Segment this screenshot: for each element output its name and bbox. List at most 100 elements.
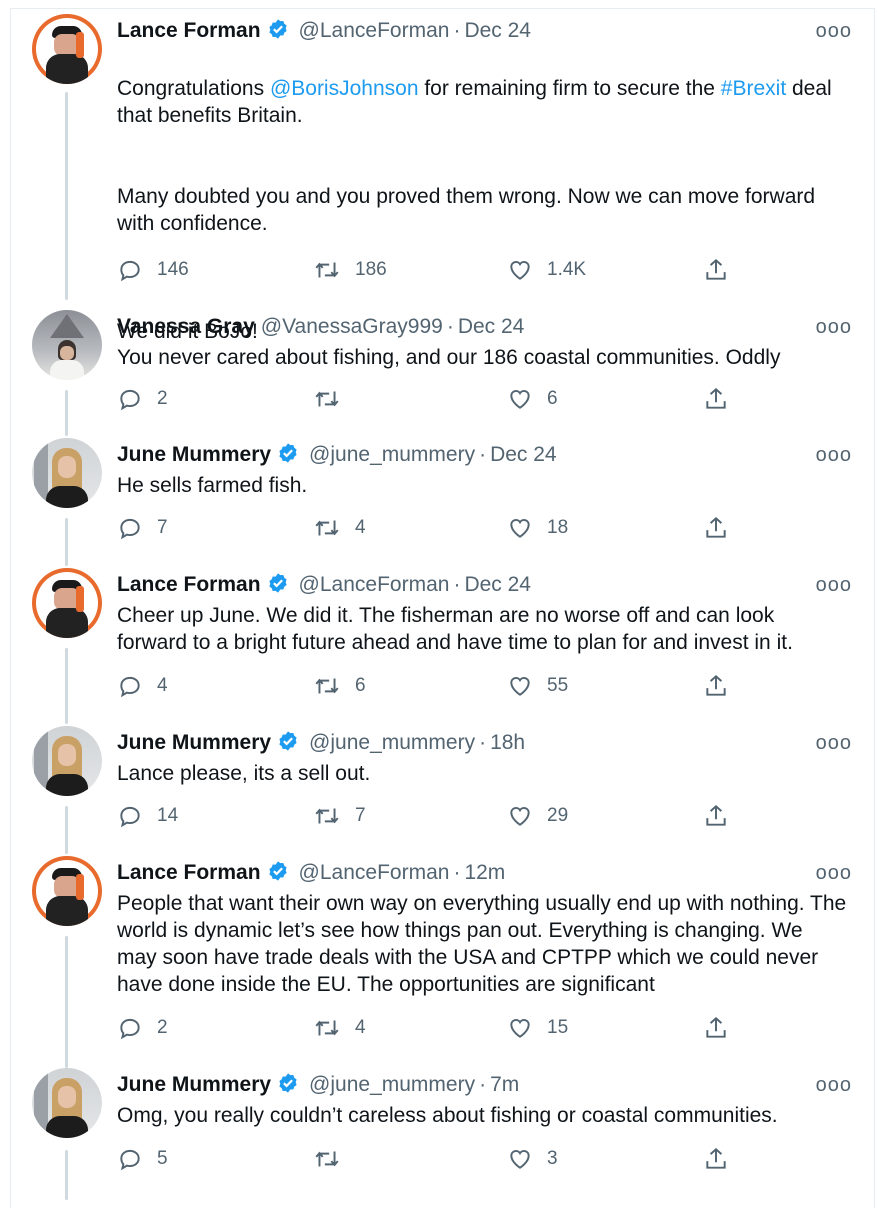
avatar[interactable]	[32, 310, 102, 380]
retweet-icon	[315, 808, 339, 824]
author-handle[interactable]: @june_mummery	[309, 731, 475, 754]
author-name[interactable]: Lance Forman	[117, 861, 261, 884]
reply-button[interactable]: 2	[117, 1013, 168, 1043]
share-button[interactable]	[703, 384, 743, 414]
author-handle[interactable]: @june_mummery	[309, 443, 475, 466]
avatar[interactable]	[32, 568, 102, 638]
avatar[interactable]	[32, 1068, 102, 1138]
author-name[interactable]: Vanessa Gray	[117, 315, 255, 338]
more-options-icon[interactable]: ooo	[816, 20, 852, 43]
avatar[interactable]	[32, 726, 102, 796]
retweet-button[interactable]: 6	[313, 671, 366, 701]
like-button[interactable]: 55	[507, 671, 568, 701]
author-handle[interactable]: @VanessaGray999	[261, 315, 443, 338]
retweet-button[interactable]: 4	[313, 513, 366, 543]
text-paragraph: Many doubted you and you proved them wro…	[117, 185, 816, 235]
author-name[interactable]: June Mummery	[117, 1073, 271, 1096]
author-handle[interactable]: @LanceForman	[299, 861, 450, 884]
retweet-icon	[315, 391, 339, 407]
retweet-button[interactable]: 4	[313, 1013, 366, 1043]
avatar[interactable]	[32, 856, 102, 926]
tweet[interactable]: Lance Forman @LanceForman · Dec 24 ooo Cong…	[0, 14, 886, 343]
share-icon	[706, 1147, 726, 1169]
reply-button[interactable]: 146	[117, 255, 189, 285]
author-name[interactable]: June Mummery	[117, 443, 271, 466]
like-button[interactable]: 29	[507, 801, 568, 831]
retweet-icon	[315, 678, 339, 694]
heart-icon	[510, 390, 530, 409]
like-button[interactable]: 15	[507, 1013, 568, 1043]
reply-button[interactable]: 5	[117, 1144, 168, 1174]
reply-icon	[120, 806, 140, 828]
author-name[interactable]: Lance Forman	[117, 19, 261, 42]
like-button[interactable]: 18	[507, 513, 568, 543]
share-button[interactable]	[703, 671, 743, 701]
more-options-icon[interactable]: ooo	[816, 444, 852, 467]
author-name[interactable]: June Mummery	[117, 731, 271, 754]
share-button[interactable]	[703, 801, 743, 831]
tweet[interactable]: Vanessa Gray @VanessaGray999 · Dec 24 ooo Y…	[0, 310, 886, 430]
tweet-time[interactable]: Dec 24	[490, 443, 557, 466]
tweet-actions: 2 6	[117, 384, 837, 414]
tweet-time[interactable]: 7m	[490, 1073, 519, 1096]
tweet-actions: 7 4 18	[117, 513, 837, 543]
retweet-icon	[315, 1020, 339, 1036]
tweet[interactable]: June Mummery @june_mummery · 7m ooo Omg, yo…	[0, 1068, 886, 1193]
text-segment: Congratulations	[117, 77, 270, 100]
retweet-count: 186	[355, 259, 387, 280]
reply-count: 146	[157, 259, 189, 280]
like-button[interactable]: 3	[507, 1144, 558, 1174]
more-options-icon[interactable]: ooo	[816, 316, 852, 339]
retweet-button[interactable]: 7	[313, 801, 366, 831]
tweet-time[interactable]: 18h	[490, 731, 525, 754]
reply-button[interactable]: 4	[117, 671, 168, 701]
author-handle[interactable]: @LanceForman	[299, 19, 450, 42]
more-options-icon[interactable]: ooo	[816, 732, 852, 755]
retweet-button[interactable]: 186	[313, 255, 387, 285]
reply-count: 2	[157, 388, 168, 409]
tweet-text: Lance please, its a sell out.	[117, 762, 371, 785]
like-button[interactable]: 1.4K	[507, 255, 586, 285]
author-handle[interactable]: @LanceForman	[299, 573, 450, 596]
share-button[interactable]	[703, 1013, 743, 1043]
retweet-count: 7	[355, 805, 366, 826]
tweet-header: Lance Forman @LanceForman · Dec 24	[117, 14, 531, 48]
share-button[interactable]	[703, 1144, 743, 1174]
reply-button[interactable]: 7	[117, 513, 168, 543]
separator: ·	[453, 19, 461, 42]
separator: ·	[479, 731, 487, 754]
mention-link[interactable]: @BorisJohnson	[270, 77, 419, 100]
reply-button[interactable]: 2	[117, 384, 168, 414]
reply-button[interactable]: 14	[117, 801, 178, 831]
tweet[interactable]: June Mummery @june_mummery · Dec 24 ooo He …	[0, 438, 886, 558]
more-options-icon[interactable]: ooo	[816, 1074, 852, 1097]
reply-icon	[120, 260, 140, 282]
share-button[interactable]	[703, 255, 743, 285]
separator: ·	[479, 1073, 487, 1096]
tweet-time[interactable]: Dec 24	[464, 19, 531, 42]
tweet[interactable]: Lance Forman @LanceForman · Dec 24 ooo Chee…	[0, 568, 886, 718]
like-button[interactable]: 6	[507, 384, 558, 414]
more-options-icon[interactable]: ooo	[816, 574, 852, 597]
avatar[interactable]	[32, 438, 102, 508]
reply-icon	[120, 1149, 140, 1171]
author-handle[interactable]: @june_mummery	[309, 1073, 475, 1096]
heart-icon	[510, 1019, 530, 1038]
tweet-time[interactable]: Dec 24	[458, 315, 525, 338]
hashtag-link[interactable]: #Brexit	[721, 77, 786, 100]
retweet-button[interactable]	[313, 1144, 355, 1174]
retweet-count: 6	[355, 675, 366, 696]
tweet[interactable]: Lance Forman @LanceForman · 12m ooo People …	[0, 856, 886, 1056]
tweet-actions: 2 4 15	[117, 1013, 837, 1043]
more-options-icon[interactable]: ooo	[816, 862, 852, 885]
share-button[interactable]	[703, 513, 743, 543]
tweet-header: June Mummery @june_mummery · 7m	[117, 1068, 519, 1102]
retweet-button[interactable]	[313, 384, 355, 414]
author-name[interactable]: Lance Forman	[117, 573, 261, 596]
tweet-time[interactable]: 12m	[464, 861, 505, 884]
tweet[interactable]: June Mummery @june_mummery · 18h ooo Lance …	[0, 726, 886, 846]
text-segment: for remaining firm to secure the	[418, 77, 721, 100]
avatar[interactable]	[32, 14, 102, 84]
retweet-count: 4	[355, 1017, 366, 1038]
tweet-time[interactable]: Dec 24	[464, 573, 531, 596]
